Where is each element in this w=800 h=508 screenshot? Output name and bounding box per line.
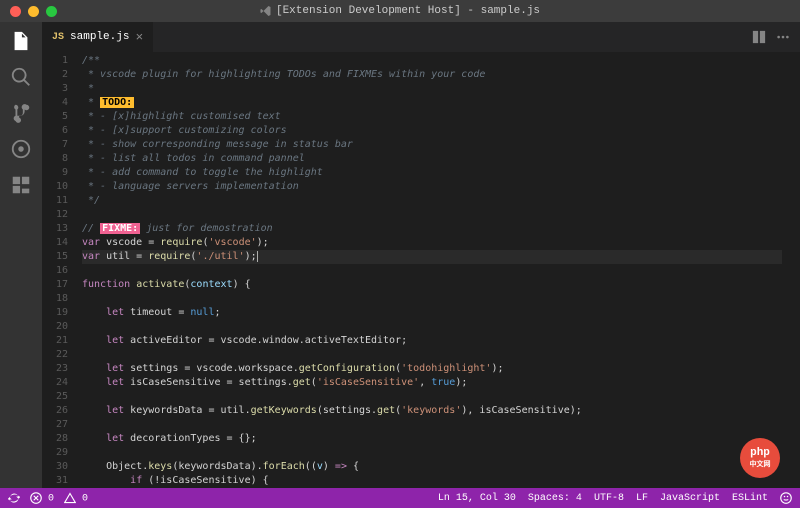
warnings-status[interactable]: 0 [64, 492, 88, 505]
more-actions-icon[interactable] [776, 30, 790, 44]
vscode-icon [260, 5, 272, 17]
code-line[interactable]: let settings = vscode.workspace.getConfi… [82, 362, 782, 376]
line-gutter: 1234567891011121314151617181920212223242… [42, 52, 82, 488]
titlebar: [Extension Development Host] - sample.js [0, 0, 800, 22]
code-line[interactable] [82, 264, 782, 278]
activity-bar [0, 22, 42, 488]
explorer-icon[interactable] [10, 30, 32, 52]
code-line[interactable]: */ [82, 194, 782, 208]
eol-status[interactable]: LF [636, 493, 648, 504]
code-line[interactable]: function activate(context) { [82, 278, 782, 292]
warning-icon [64, 492, 76, 504]
minimize-window-button[interactable] [28, 6, 39, 17]
code-line[interactable]: /** [82, 54, 782, 68]
editor-actions [752, 30, 800, 44]
errors-status[interactable]: 0 [30, 492, 54, 505]
code-line[interactable]: * - show corresponding message in status… [82, 138, 782, 152]
code-line[interactable]: let timeout = null; [82, 306, 782, 320]
split-editor-icon[interactable] [752, 30, 766, 44]
close-tab-button[interactable]: × [135, 30, 143, 45]
code-line[interactable]: // FIXME: just for demostration [82, 222, 782, 236]
window-title-text: [Extension Development Host] - sample.js [276, 5, 540, 17]
main-area: JS sample.js × 1234567891011121314151617… [0, 22, 800, 488]
window-title: [Extension Development Host] - sample.js [260, 5, 540, 17]
status-bar: 0 0 Ln 15, Col 30 Spaces: 4 UTF-8 LF Jav… [0, 488, 800, 508]
git-icon[interactable] [10, 102, 32, 124]
code-line[interactable]: let activeEditor = vscode.window.activeT… [82, 334, 782, 348]
code-line[interactable]: * - [x]support customizing colors [82, 124, 782, 138]
code-line[interactable]: * - [x]highlight customised text [82, 110, 782, 124]
code-line[interactable]: var vscode = require('vscode'); [82, 236, 782, 250]
sync-button[interactable] [8, 492, 20, 505]
code-line[interactable] [82, 418, 782, 432]
code-line[interactable] [82, 320, 782, 334]
search-icon[interactable] [10, 66, 32, 88]
code-line[interactable]: Object.keys(keywordsData).forEach((v) =>… [82, 460, 782, 474]
code-line[interactable]: * - add command to toggle the highlight [82, 166, 782, 180]
js-file-icon: JS [52, 32, 64, 43]
tab-label: sample.js [70, 31, 129, 43]
tab-sample-js[interactable]: JS sample.js × [42, 22, 153, 52]
maximize-window-button[interactable] [46, 6, 57, 17]
sync-icon [8, 492, 20, 504]
feedback-icon[interactable] [780, 492, 792, 504]
code-line[interactable]: * [82, 82, 782, 96]
close-window-button[interactable] [10, 6, 21, 17]
code-content[interactable]: /** * vscode plugin for highlighting TOD… [82, 52, 782, 488]
code-line[interactable]: * vscode plugin for highlighting TODOs a… [82, 68, 782, 82]
code-line[interactable]: let keywordsData = util.getKeywords(sett… [82, 404, 782, 418]
code-area[interactable]: 1234567891011121314151617181920212223242… [42, 52, 800, 488]
code-line[interactable]: * - language servers implementation [82, 180, 782, 194]
code-line[interactable] [82, 446, 782, 460]
linter-status[interactable]: ESLint [732, 493, 768, 504]
traffic-lights [0, 6, 57, 17]
minimap[interactable] [782, 52, 800, 488]
encoding-status[interactable]: UTF-8 [594, 493, 624, 504]
watermark: php 中文网 [740, 438, 780, 478]
tab-bar: JS sample.js × [42, 22, 800, 52]
code-line[interactable]: var util = require('./util'); [82, 250, 782, 264]
editor-area: JS sample.js × 1234567891011121314151617… [42, 22, 800, 488]
code-line[interactable] [82, 390, 782, 404]
indentation-status[interactable]: Spaces: 4 [528, 493, 582, 504]
language-mode[interactable]: JavaScript [660, 493, 720, 504]
debug-icon[interactable] [10, 138, 32, 160]
cursor-position[interactable]: Ln 15, Col 30 [438, 493, 516, 504]
code-line[interactable]: let decorationTypes = {}; [82, 432, 782, 446]
code-line[interactable] [82, 208, 782, 222]
code-line[interactable] [82, 292, 782, 306]
code-line[interactable]: * - list all todos in command pannel [82, 152, 782, 166]
extensions-icon[interactable] [10, 174, 32, 196]
code-line[interactable] [82, 348, 782, 362]
code-line[interactable]: * TODO: [82, 96, 782, 110]
code-line[interactable]: if (!isCaseSensitive) { [82, 474, 782, 488]
code-line[interactable]: let isCaseSensitive = settings.get('isCa… [82, 376, 782, 390]
error-icon [30, 492, 42, 504]
